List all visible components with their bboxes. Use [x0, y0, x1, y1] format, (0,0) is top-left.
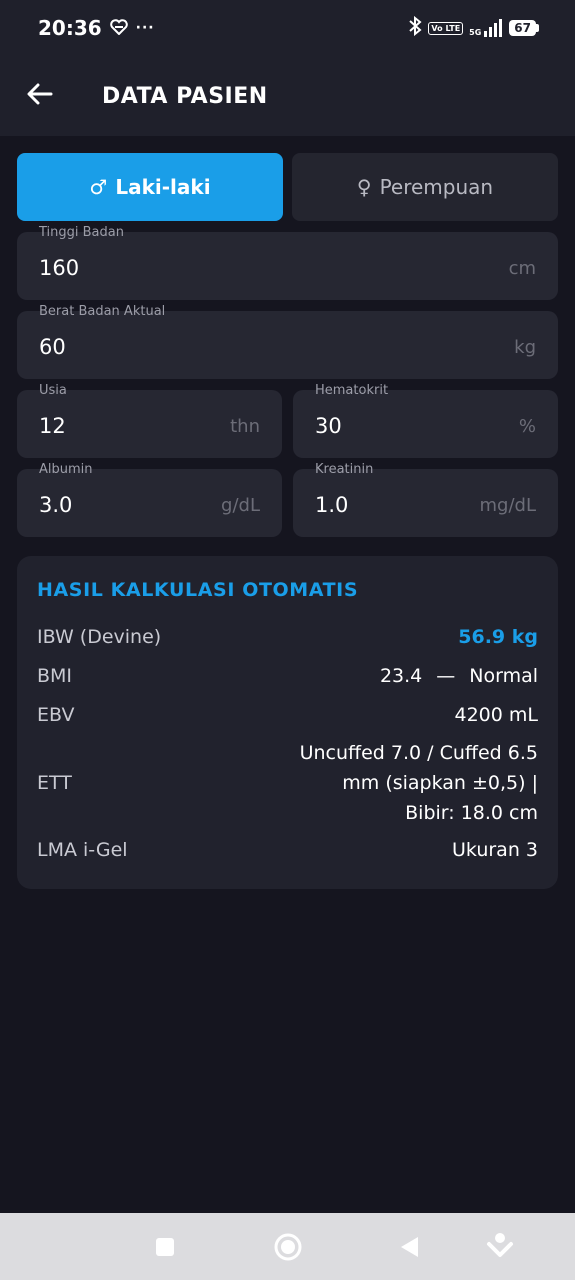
age-label: Usia: [39, 383, 67, 398]
creatinine-value: 1.0: [315, 493, 349, 517]
creatinine-label: Kreatinin: [315, 462, 374, 477]
age-value: 12: [39, 414, 66, 438]
gender-female-button[interactable]: ♀ Perempuan: [292, 153, 558, 221]
arrow-left-icon: [27, 83, 53, 109]
volte-badge: Vo LTE: [428, 21, 464, 35]
ibw-key: IBW (Devine): [37, 626, 162, 648]
back-nav-button[interactable]: [398, 1235, 420, 1263]
ett-row: ETT Uncuffed 7.0 / Cuffed 6.5 mm (siapka…: [37, 738, 538, 828]
status-dots: ···: [135, 20, 155, 36]
bmi-category: Normal: [469, 665, 538, 687]
lma-key: LMA i-Gel: [37, 839, 128, 861]
home-button[interactable]: [273, 1232, 303, 1266]
gender-toggle: ♂ Laki-laki ♀ Perempuan: [17, 153, 558, 221]
heart-sync-icon: [109, 16, 128, 40]
page-title: DATA PASIEN: [102, 83, 268, 109]
ett-value: Uncuffed 7.0 / Cuffed 6.5 mm (siapkan ±0…: [299, 742, 538, 824]
albumin-unit: g/dL: [221, 495, 260, 516]
bmi-value-group: 23.4 — Normal: [380, 665, 538, 687]
recent-apps-button[interactable]: [155, 1237, 175, 1261]
albumin-field[interactable]: Albumin 3.0 g/dL: [17, 462, 282, 537]
bluetooth-icon: [408, 15, 422, 40]
weight-field[interactable]: Berat Badan Aktual 60 kg: [17, 304, 558, 379]
age-field[interactable]: Usia 12 thn: [17, 383, 282, 458]
system-nav-bar: [0, 1213, 575, 1280]
network-label: 5G: [469, 28, 482, 37]
ibw-row: IBW (Devine) 56.9 kg: [37, 626, 538, 648]
bmi-row: BMI 23.4 — Normal: [37, 665, 538, 687]
height-field[interactable]: Tinggi Badan 160 cm: [17, 225, 558, 300]
status-right: Vo LTE 5G 67: [408, 15, 539, 40]
ett-key: ETT: [37, 772, 72, 794]
weight-label: Berat Badan Aktual: [39, 304, 166, 319]
albumin-value: 3.0: [39, 493, 73, 517]
gender-female-label: Perempuan: [379, 175, 494, 199]
results-card: HASIL KALKULASI OTOMATIS IBW (Devine) 56…: [17, 556, 558, 889]
gender-male-label: Laki-laki: [115, 175, 211, 199]
male-icon: ♂: [89, 175, 108, 199]
hematocrit-value: 30: [315, 414, 342, 438]
status-left: 20:36 ···: [38, 16, 155, 40]
creatinine-field[interactable]: Kreatinin 1.0 mg/dL: [293, 462, 558, 537]
ebv-value: 4200 mL: [454, 704, 539, 726]
weight-value: 60: [39, 335, 66, 359]
battery-icon: 67: [509, 20, 539, 36]
albumin-label: Albumin: [39, 462, 93, 477]
bmi-key: BMI: [37, 665, 73, 687]
bmi-value: 23.4: [379, 665, 423, 687]
height-label: Tinggi Badan: [39, 225, 124, 240]
app-bar: DATA PASIEN: [0, 56, 575, 136]
status-bar: 20:36 ··· Vo LTE 5G 67: [0, 0, 575, 56]
hematocrit-field[interactable]: Hematokrit 30 %: [293, 383, 558, 458]
back-button[interactable]: [0, 56, 80, 136]
hematocrit-label: Hematokrit: [315, 383, 389, 398]
age-unit: thn: [230, 416, 260, 437]
height-unit: cm: [508, 258, 536, 279]
creatinine-unit: mg/dL: [479, 495, 536, 516]
ebv-row: EBV 4200 mL: [37, 704, 538, 726]
signal-icon: 5G: [469, 19, 503, 37]
ibw-value: 56.9 kg: [458, 626, 538, 648]
hematocrit-unit: %: [518, 416, 536, 437]
battery-level: 67: [509, 20, 536, 36]
results-title: HASIL KALKULASI OTOMATIS: [37, 579, 359, 601]
status-time: 20:36: [38, 16, 102, 40]
gender-male-button[interactable]: ♂ Laki-laki: [17, 153, 283, 221]
height-value: 160: [39, 256, 80, 280]
female-icon: ♀: [356, 175, 372, 199]
lma-row: LMA i-Gel Ukuran 3: [37, 839, 538, 861]
ebv-key: EBV: [37, 704, 75, 726]
weight-unit: kg: [514, 337, 536, 358]
assistant-down-icon[interactable]: [486, 1231, 514, 1265]
bmi-dash: —: [436, 665, 456, 687]
lma-value: Ukuran 3: [452, 839, 538, 861]
